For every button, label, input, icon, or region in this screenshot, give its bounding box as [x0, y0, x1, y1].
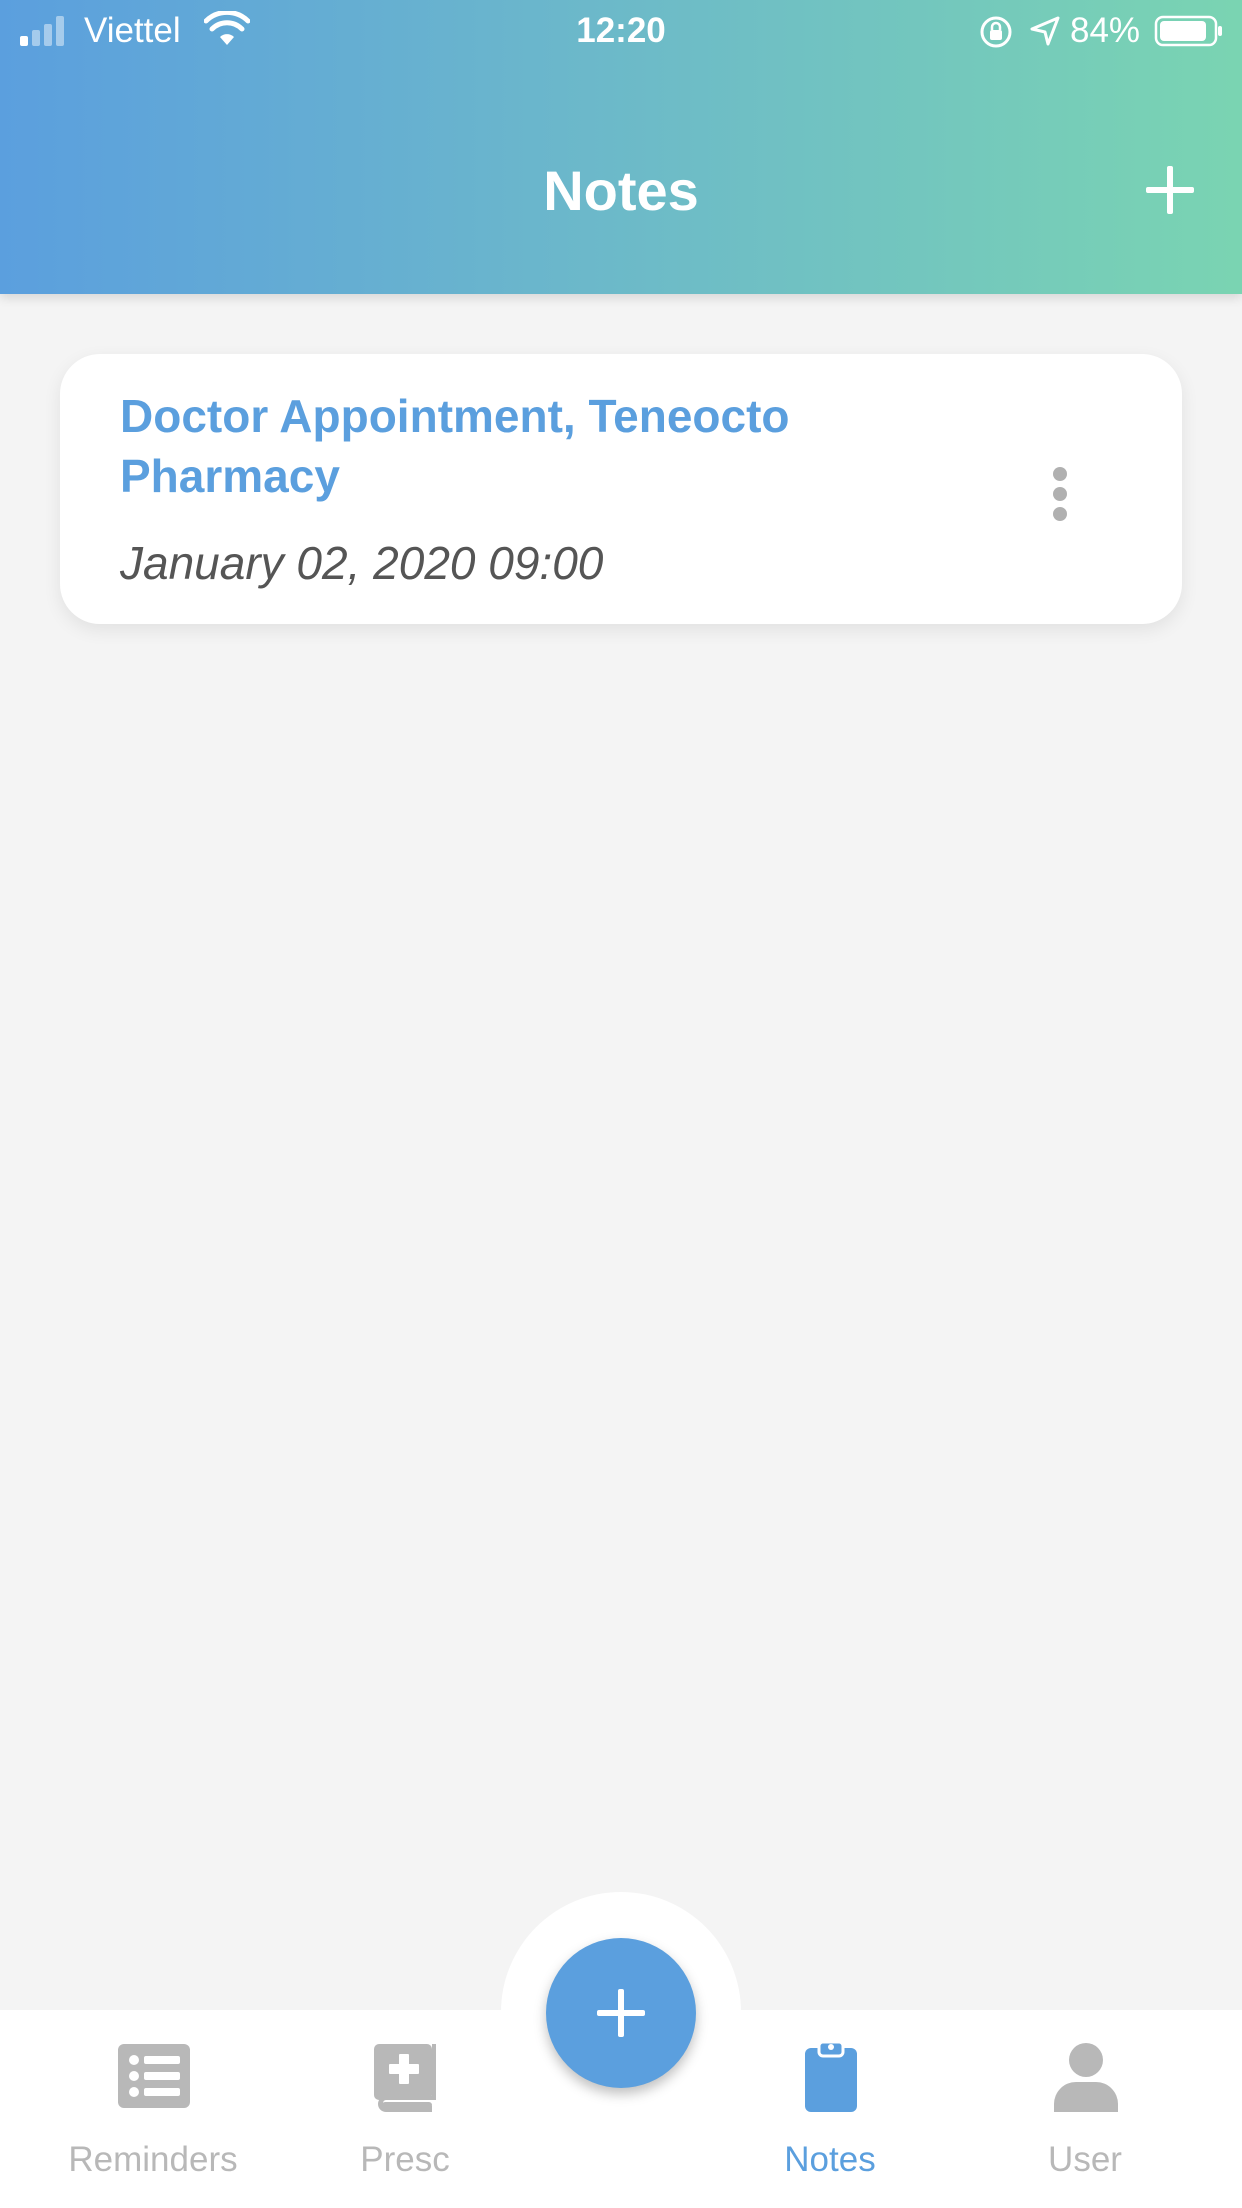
- tab-user[interactable]: User: [960, 2040, 1210, 2200]
- app-header: Viettel 12:20 84% Notes: [0, 0, 1242, 294]
- add-floating-button[interactable]: [546, 1938, 696, 2088]
- more-options-icon[interactable]: [1040, 464, 1080, 524]
- orientation-lock-icon: [980, 16, 1012, 48]
- list-icon: [118, 2044, 190, 2108]
- note-card[interactable]: Doctor Appointment, Teneocto Pharmacy Ja…: [60, 354, 1182, 624]
- user-icon: [1054, 2043, 1118, 2112]
- note-title: Doctor Appointment, Teneocto Pharmacy: [120, 390, 790, 502]
- tab-reminders[interactable]: Reminders: [28, 2040, 278, 2200]
- plus-icon: [597, 1989, 645, 2037]
- page-title: Notes: [543, 159, 699, 222]
- tab-label-reminders: Reminders: [68, 2140, 238, 2179]
- tab-label-user: User: [1048, 2140, 1122, 2179]
- tab-presc[interactable]: Presc: [280, 2040, 530, 2200]
- tab-notes[interactable]: Notes: [705, 2040, 955, 2200]
- tab-label-notes: Notes: [784, 2140, 876, 2179]
- battery-percent: 84%: [1070, 11, 1141, 50]
- medical-book-icon: [374, 2044, 436, 2112]
- battery-icon: [1154, 15, 1222, 47]
- note-date: January 02, 2020 09:00: [120, 537, 604, 589]
- status-bar: Viettel 12:20 84%: [0, 0, 1242, 64]
- clipboard-icon: [805, 2040, 857, 2112]
- add-note-button[interactable]: [1140, 160, 1200, 220]
- location-icon: [1030, 16, 1060, 46]
- tab-label-presc: Presc: [360, 2140, 450, 2179]
